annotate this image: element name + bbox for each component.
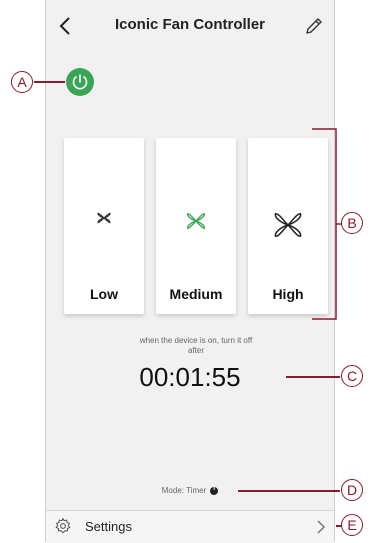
edit-button[interactable] (302, 14, 326, 38)
callout-c: C (341, 365, 363, 387)
chevron-right-icon (317, 520, 326, 534)
back-button[interactable] (54, 14, 78, 38)
speed-label: Low (90, 286, 118, 302)
speed-option-medium[interactable]: Medium (156, 138, 236, 314)
settings-label: Settings (85, 519, 132, 534)
speed-label: Medium (169, 286, 223, 302)
fan-high-icon (274, 212, 302, 238)
callout-d: D (341, 479, 363, 501)
settings-row[interactable]: Settings (46, 510, 334, 543)
timer-description: when the device is on, turn it off after (139, 336, 253, 355)
callout-b-bracket (312, 128, 342, 320)
fan-controller-screen: Iconic Fan Controller Low Medium High wh… (45, 0, 335, 543)
fan-low-icon (97, 212, 111, 224)
pencil-icon (306, 18, 322, 34)
timer-countdown[interactable]: 00:01:55 (46, 362, 334, 393)
callout-a: A (11, 71, 33, 93)
gear-icon (55, 518, 71, 534)
power-icon (72, 74, 88, 90)
speed-option-low[interactable]: Low (64, 138, 144, 314)
mode-text: Mode: Timer (161, 486, 207, 495)
chevron-left-icon (59, 17, 70, 35)
fan-medium-icon (186, 212, 206, 230)
callout-c-leader (286, 376, 340, 378)
header-bar: Iconic Fan Controller (46, 0, 334, 56)
info-icon[interactable] (210, 486, 219, 495)
callout-d-leader (238, 490, 340, 492)
page-title: Iconic Fan Controller (114, 16, 265, 33)
callout-a-leader (34, 81, 65, 83)
callout-b: B (341, 212, 363, 234)
callout-e: E (341, 514, 363, 536)
power-button[interactable] (66, 68, 94, 96)
